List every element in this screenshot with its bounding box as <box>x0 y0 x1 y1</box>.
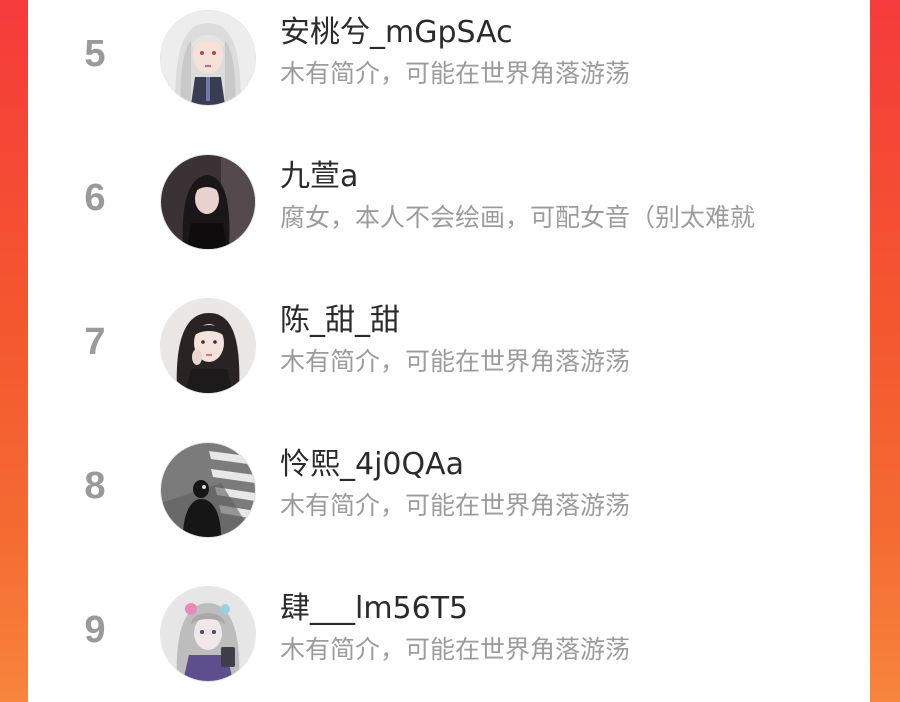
list-item-rank-7[interactable]: 7 陈_甜_甜 木有简介，可能在世界角落游荡 <box>28 288 870 432</box>
avatar-icon[interactable] <box>161 587 255 681</box>
user-name[interactable]: 九萱a <box>280 158 358 196</box>
user-bio: 木有简介，可能在世界角落游荡 <box>280 491 631 520</box>
avatar-icon[interactable] <box>161 11 255 105</box>
rank-number: 9 <box>84 609 106 651</box>
list-item-rank-5[interactable]: 5 安桃兮_mGpSAc 木有简介，可能在世界角落游荡 <box>28 0 870 144</box>
user-name[interactable]: 安桃兮_mGpSAc <box>280 14 513 52</box>
list-item-rank-9[interactable]: 9 肆___lm56T5 木有简介，可能在世界角落游荡 <box>28 576 870 702</box>
user-bio: 木有简介，可能在世界角落游荡 <box>280 347 631 376</box>
list-item-rank-6[interactable]: 6 九萱a 腐女，本人不会绘画，可配女音（别太难就 <box>28 144 870 288</box>
user-name[interactable]: 怜熙_4j0QAa <box>280 446 464 484</box>
user-name[interactable]: 陈_甜_甜 <box>280 302 400 340</box>
user-bio: 木有简介，可能在世界角落游荡 <box>280 59 631 88</box>
rank-number: 8 <box>84 465 106 507</box>
rank-number: 6 <box>84 177 106 219</box>
avatar-icon[interactable] <box>161 299 255 393</box>
user-name[interactable]: 肆___lm56T5 <box>280 590 468 628</box>
user-bio: 腐女，本人不会绘画，可配女音（别太难就 <box>280 203 756 232</box>
list-item-rank-8[interactable]: 8 怜熙_4j0QAa 木有简介，可能在世界角落游荡 <box>28 432 870 576</box>
ranking-list-panel: 5 安桃兮_mGpSAc 木有简介，可能在世界角落游荡 6 九萱a 腐女，本人不… <box>28 0 870 702</box>
rank-number: 5 <box>84 33 106 75</box>
rank-number: 7 <box>84 321 106 363</box>
avatar-icon[interactable] <box>161 443 255 537</box>
user-bio: 木有简介，可能在世界角落游荡 <box>280 635 631 664</box>
avatar-icon[interactable] <box>161 155 255 249</box>
